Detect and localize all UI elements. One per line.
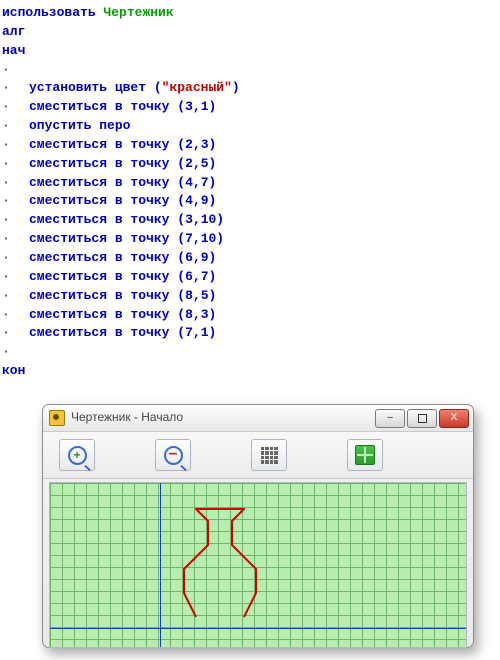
maximize-button[interactable] bbox=[407, 409, 437, 428]
line-begin: нач bbox=[2, 42, 498, 61]
drawing-window[interactable]: Чертежник - Начало – X + − bbox=[42, 404, 474, 648]
code-line: ·сместиться в точку (2,5) bbox=[2, 155, 498, 174]
code-line: ·сместиться в точку (2,3) bbox=[2, 136, 498, 155]
code-line: ·опустить перо bbox=[2, 117, 498, 136]
code-line: ·сместиться в точку (4,7) bbox=[2, 174, 498, 193]
zoom-in-button[interactable]: + bbox=[59, 439, 95, 471]
code-line: ·сместиться в точку (4,9) bbox=[2, 192, 498, 211]
code-line: ·сместиться в точку (6,9) bbox=[2, 249, 498, 268]
app-icon bbox=[49, 410, 65, 426]
titlebar[interactable]: Чертежник - Начало – X bbox=[43, 405, 473, 432]
drawing-canvas[interactable] bbox=[49, 482, 467, 648]
code-line: ·сместиться в точку (7,1) bbox=[2, 324, 498, 343]
close-button[interactable]: X bbox=[439, 409, 469, 428]
window-title: Чертежник - Начало bbox=[71, 409, 369, 426]
line-end: кон bbox=[2, 362, 498, 381]
zoom-out-button[interactable]: − bbox=[155, 439, 191, 471]
code-line: ·сместиться в точку (8,3) bbox=[2, 306, 498, 325]
code-line: ·сместиться в точку (3,10) bbox=[2, 211, 498, 230]
code-line: ·сместиться в точку (6,7) bbox=[2, 268, 498, 287]
center-axes-button[interactable] bbox=[347, 439, 383, 471]
axes-icon bbox=[355, 445, 375, 465]
line-setcolor: ·установить цвет ("красный") bbox=[2, 79, 498, 98]
drawing-path bbox=[50, 483, 466, 647]
code-editor: использовать Чертежник алг нач · ·устано… bbox=[0, 0, 500, 381]
code-line: ·сместиться в точку (8,5) bbox=[2, 287, 498, 306]
zoom-out-icon: − bbox=[164, 446, 183, 465]
grid-icon bbox=[261, 447, 278, 464]
grid-toggle-button[interactable] bbox=[251, 439, 287, 471]
minimize-button[interactable]: – bbox=[375, 409, 405, 428]
code-line: ·сместиться в точку (7,10) bbox=[2, 230, 498, 249]
toolbar: + − bbox=[43, 432, 473, 479]
line-use: использовать Чертежник bbox=[2, 4, 498, 23]
zoom-in-icon: + bbox=[68, 446, 87, 465]
code-line: ·сместиться в точку (3,1) bbox=[2, 98, 498, 117]
line-alg: алг bbox=[2, 23, 498, 42]
